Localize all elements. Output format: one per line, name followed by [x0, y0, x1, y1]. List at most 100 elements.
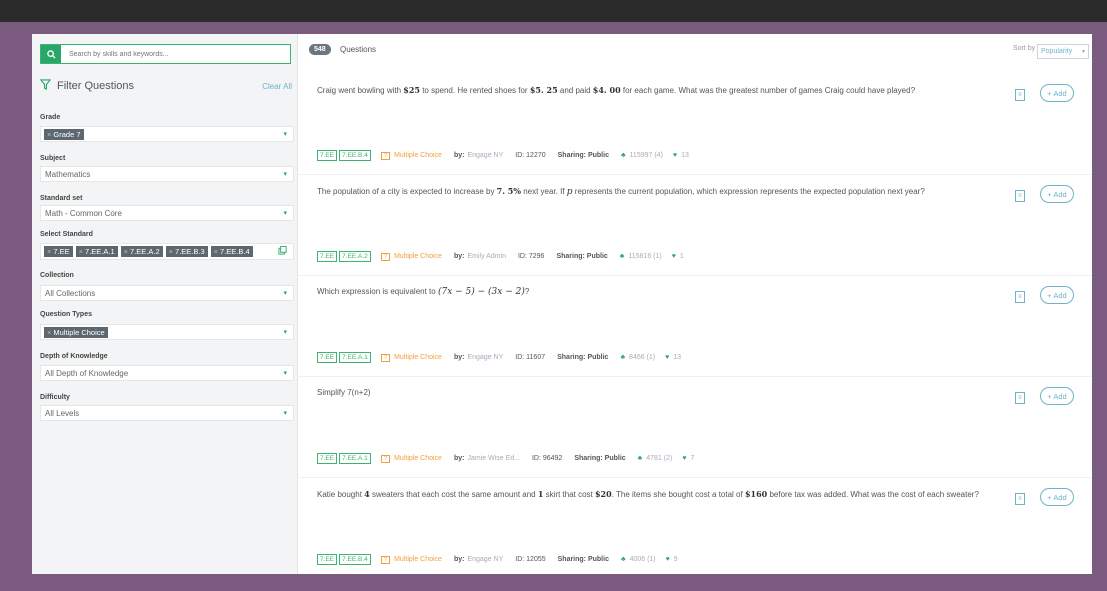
preview-doc-icon[interactable]: ≡ — [1015, 89, 1025, 101]
caret-down-icon[interactable]: ▾ — [283, 209, 287, 217]
remove-icon[interactable]: × — [47, 247, 51, 256]
sort-label: Sort by — [1013, 45, 1036, 52]
question-type: Multiple Choice — [394, 556, 442, 563]
heart-icon[interactable]: ♥ — [666, 556, 670, 563]
heart-icon[interactable]: ♥ — [665, 354, 669, 361]
question-type-chip[interactable]: × Multiple Choice — [44, 326, 108, 338]
multiple-choice-icon: ? — [380, 353, 391, 362]
difficulty-select[interactable]: All Levels ▾ — [40, 405, 294, 421]
sharing-status: Sharing: Public — [557, 152, 609, 159]
subject-select[interactable]: Mathematics ▾ — [40, 166, 294, 182]
add-question-button[interactable]: + Add — [1040, 387, 1074, 405]
preview-doc-icon[interactable]: ≡ — [1015, 392, 1025, 404]
questions-label: Questions — [340, 45, 377, 54]
heart-icon[interactable]: ♥ — [673, 152, 677, 159]
caret-down-icon[interactable]: ▾ — [283, 369, 287, 377]
filter-header: Filter Questions Clear All — [39, 79, 292, 93]
remove-icon[interactable]: × — [214, 247, 218, 256]
author-name[interactable]: Engage NY — [467, 354, 503, 361]
question-id: ID: 12055 — [515, 556, 546, 563]
add-question-button[interactable]: + Add — [1040, 488, 1074, 506]
select-standard-field[interactable]: × 7.EE × 7.EE.A.1 × 7.EE.A.2 × 7.EE.B.3 × 7.E… — [40, 243, 294, 260]
author-prefix: by: — [453, 556, 465, 563]
standard-tag[interactable]: 7.EE — [317, 554, 338, 565]
author-name[interactable]: Emily Admin — [467, 253, 506, 260]
question-text: Simplify 7(n+2) — [317, 388, 371, 397]
users-icon: ♣ — [620, 354, 626, 361]
sharing-status: Sharing: Public — [557, 354, 609, 361]
caret-down-icon[interactable]: ▾ — [283, 328, 287, 336]
standard-tag[interactable]: 7.EE — [317, 352, 338, 363]
users-icon: ♣ — [620, 152, 626, 159]
standard-chip[interactable]: × 7.EE — [44, 246, 73, 257]
standard-chip[interactable]: × 7.EE.B.4 — [210, 246, 253, 257]
filter-icon — [39, 79, 52, 93]
question-meta: 7.EE 7.EE.B.4 ? Multiple Choice by: Enga… — [317, 554, 688, 565]
standard-tag[interactable]: 7.EE.A.1 — [339, 453, 371, 464]
users-icon: ♣ — [637, 455, 643, 462]
question-text: Katie bought 4 sweaters that each cost t… — [317, 489, 979, 499]
search-icon[interactable] — [41, 45, 61, 63]
question-text: Which expression is equivalent to (7x − … — [317, 287, 530, 297]
search-input[interactable] — [67, 49, 271, 59]
standard-set-value: Math - Common Core — [45, 208, 122, 218]
caret-down-icon[interactable]: ▾ — [283, 409, 287, 417]
remove-icon[interactable]: × — [47, 130, 51, 139]
preview-doc-icon[interactable]: ≡ — [1015, 190, 1025, 202]
subject-value: Mathematics — [45, 169, 91, 179]
standard-tag[interactable]: 7.EE.A.1 — [339, 352, 371, 363]
standard-chip[interactable]: × 7.EE.A.2 — [120, 246, 163, 257]
author-prefix: by: — [453, 253, 465, 260]
remove-icon[interactable]: × — [169, 247, 173, 256]
heart-icon[interactable]: ♥ — [682, 455, 686, 462]
remove-icon[interactable]: × — [79, 247, 83, 256]
caret-down-icon[interactable]: ▾ — [283, 130, 287, 138]
sharing-status: Sharing: Public — [557, 556, 609, 563]
question-meta: 7.EE 7.EE.A.2 ? Multiple Choice by: Emil… — [317, 251, 694, 262]
standard-tag[interactable]: 7.EE.B.4 — [339, 150, 371, 161]
standard-tag[interactable]: 7.EE — [317, 453, 338, 464]
question-text: The population of a city is expected to … — [317, 186, 925, 197]
remove-icon[interactable]: × — [124, 247, 128, 256]
caret-down-icon: ▾ — [1081, 49, 1085, 55]
add-question-button[interactable]: + Add — [1040, 84, 1074, 102]
standard-chip[interactable]: × 7.EE.A.1 — [75, 246, 118, 257]
heart-icon[interactable]: ♥ — [672, 253, 676, 260]
dok-select[interactable]: All Depth of Knowledge ▾ — [40, 365, 294, 381]
add-question-button[interactable]: + Add — [1040, 286, 1074, 304]
copy-icon[interactable] — [278, 246, 287, 257]
question-type: Multiple Choice — [394, 354, 442, 361]
standard-set-select[interactable]: Math - Common Core ▾ — [40, 205, 294, 221]
standard-tag[interactable]: 7.EE — [317, 251, 338, 262]
caret-down-icon[interactable]: ▾ — [283, 170, 287, 178]
like-count: 9 — [673, 556, 678, 563]
add-question-button[interactable]: + Add — [1040, 185, 1074, 203]
question-id: ID: 11607 — [515, 354, 546, 361]
question-type: Multiple Choice — [394, 253, 442, 260]
list-header: 548 Questions Sort by Popularity ▾ — [297, 34, 1092, 66]
collection-select[interactable]: All Collections ▾ — [40, 285, 294, 301]
preview-doc-icon[interactable]: ≡ — [1015, 493, 1025, 505]
like-count: 13 — [673, 354, 682, 361]
question-type: Multiple Choice — [394, 152, 442, 159]
author-name[interactable]: Engage NY — [467, 556, 503, 563]
remove-icon[interactable]: × — [47, 328, 51, 337]
grade-select[interactable]: × Grade 7 ▾ — [40, 126, 294, 142]
collection-value: All Collections — [45, 288, 96, 298]
standard-chip[interactable]: × 7.EE.B.3 — [165, 246, 208, 257]
clear-all-link[interactable]: Clear All — [262, 82, 292, 91]
author-prefix: by: — [453, 152, 465, 159]
question-types-label: Question Types — [40, 311, 92, 318]
usage-count: 115997 (4) — [629, 152, 663, 159]
author-name[interactable]: Jamie Wise Ed... — [467, 455, 520, 462]
preview-doc-icon[interactable]: ≡ — [1015, 291, 1025, 303]
question-types-select[interactable]: × Multiple Choice ▾ — [40, 324, 294, 340]
caret-down-icon[interactable]: ▾ — [283, 289, 287, 297]
grade-chip[interactable]: × Grade 7 — [44, 128, 84, 140]
standard-tag[interactable]: 7.EE.A.2 — [339, 251, 371, 262]
author-name[interactable]: Engage NY — [467, 152, 503, 159]
usage-count: 8466 (1) — [629, 354, 656, 361]
sort-select[interactable]: Popularity ▾ — [1037, 44, 1089, 59]
standard-tag[interactable]: 7.EE — [317, 150, 338, 161]
standard-tag[interactable]: 7.EE.B.4 — [339, 554, 371, 565]
